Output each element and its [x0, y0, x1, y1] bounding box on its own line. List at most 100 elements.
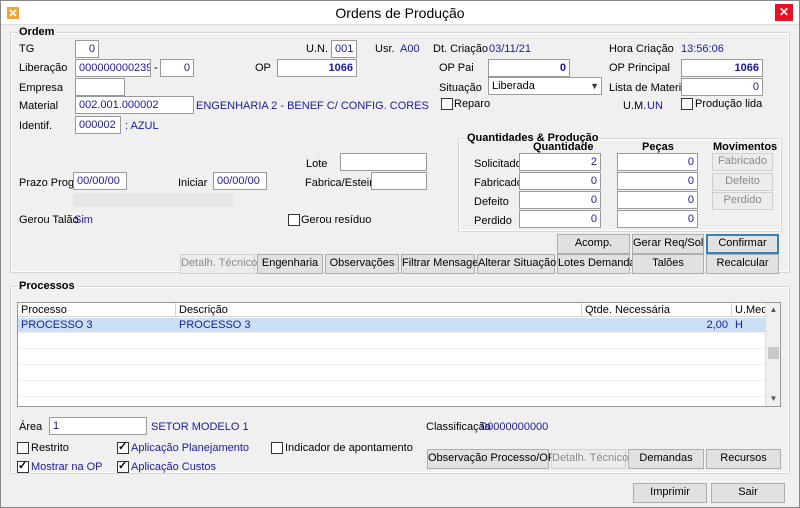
perdido-quantidade[interactable]: 0	[519, 210, 601, 228]
op-principal-label: OP Principal	[609, 62, 670, 74]
lote-input[interactable]	[340, 153, 427, 171]
aplicacao-custos-label: Aplicação Custos	[131, 461, 216, 473]
material-input[interactable]: 002.001.000002	[75, 96, 194, 114]
dt-criacao-label: Dt. Criação	[433, 43, 489, 55]
lotes-demandas-button[interactable]: Lotes Demandas	[557, 254, 641, 274]
recalcular-button[interactable]: Recalcular	[706, 254, 779, 274]
indicador-apontamento-checkbox[interactable]	[271, 442, 283, 454]
title-bar: Ordens de Produção ✕	[1, 1, 799, 25]
liberacao-label: Liberação	[19, 62, 68, 74]
gerou-residuo-checkbox[interactable]	[288, 214, 300, 226]
solicitado-pecas[interactable]: 0	[617, 153, 698, 171]
disabled-field	[73, 193, 233, 207]
observacao-processo-button[interactable]: Observação Processo/OP	[427, 449, 555, 469]
defeito-pecas[interactable]: 0	[617, 191, 698, 209]
op-label: OP	[255, 62, 271, 74]
gerou-talao-value: Sim	[74, 214, 93, 226]
area-input[interactable]: 1	[49, 417, 147, 435]
reparo-label: Reparo	[454, 98, 491, 110]
umed-column-header[interactable]: U.Med.	[732, 303, 770, 317]
classificacao-value: 00000000000	[481, 421, 549, 433]
defeito-quantidade[interactable]: 0	[519, 191, 601, 209]
un-label: U.N.	[306, 43, 328, 55]
scroll-down-icon[interactable]: ▼	[766, 392, 780, 406]
tg-input[interactable]: 0	[75, 40, 99, 58]
qtde-necessaria-column-header[interactable]: Qtde. Necessária	[582, 303, 732, 317]
un-input[interactable]: 001	[331, 40, 357, 58]
area-description: SETOR MODELO 1	[151, 421, 249, 433]
fabricado-quantidade[interactable]: 0	[519, 172, 601, 190]
aplicacao-custos-checkbox[interactable]	[117, 459, 129, 473]
defeito-movimento-button[interactable]: Defeito	[712, 173, 773, 191]
iniciar-input[interactable]: 00/00/00	[213, 172, 267, 190]
usr-label: Usr.	[375, 43, 395, 55]
gerar-req-sol-button[interactable]: Gerar Req/Sol	[632, 234, 704, 254]
identif-input[interactable]: 000002	[75, 116, 121, 134]
detalh-tecnico-button[interactable]: Detalh. Técnico	[180, 254, 257, 274]
descricao-column-header[interactable]: Descrição	[176, 303, 582, 317]
processo-column-header[interactable]: Processo	[18, 303, 176, 317]
table-scrollbar[interactable]: ▲ ▼	[765, 303, 780, 406]
op-principal-input[interactable]: 1066	[681, 59, 763, 77]
liberacao-input[interactable]: 000000000239	[75, 59, 151, 77]
restrito-checkbox[interactable]	[17, 442, 29, 454]
scroll-up-icon[interactable]: ▲	[766, 303, 780, 317]
sair-button[interactable]: Sair	[711, 483, 785, 503]
lista-materiais-input[interactable]: 0	[681, 78, 763, 96]
filtrar-mensagens-button[interactable]: Filtrar Mensagens	[401, 254, 490, 274]
close-button[interactable]: ✕	[775, 4, 793, 21]
detalh-tecnico-processo-button[interactable]: Detalh. Técnico	[551, 449, 628, 469]
mostrar-na-op-checkbox[interactable]	[17, 459, 29, 473]
recursos-button[interactable]: Recursos	[706, 449, 781, 469]
alterar-situacao-button[interactable]: Alterar Situação	[477, 254, 556, 274]
identif-label: Identif.	[19, 120, 53, 132]
hora-criacao-value: 13:56:06	[681, 43, 724, 55]
perdido-label: Perdido	[474, 215, 512, 227]
chevron-down-icon: ▼	[590, 81, 599, 91]
perdido-movimento-button[interactable]: Perdido	[712, 192, 773, 210]
imprimir-button[interactable]: Imprimir	[633, 483, 707, 503]
op-input[interactable]: 1066	[277, 59, 357, 77]
acomp-button[interactable]: Acomp.	[557, 234, 630, 254]
confirmar-button[interactable]: Confirmar	[706, 234, 779, 254]
reparo-checkbox[interactable]	[441, 98, 453, 110]
op-pai-label: OP Pai	[439, 62, 474, 74]
prazo-label: Prazo Progr.	[19, 177, 81, 189]
taloes-button[interactable]: Talões	[632, 254, 704, 274]
producao-lida-label: Produção lida	[695, 98, 763, 110]
producao-lida-checkbox[interactable]	[681, 98, 693, 110]
movimentos-column-header: Movimentos	[713, 141, 778, 153]
situacao-value: Liberada	[492, 80, 535, 92]
demandas-button[interactable]: Demandas	[628, 449, 704, 469]
quantidade-column-header: Quantidade	[533, 141, 594, 153]
prazo-input[interactable]: 00/00/00	[73, 172, 127, 190]
window-title: Ordens de Produção	[335, 5, 465, 21]
empresa-input[interactable]	[75, 78, 125, 96]
fabricado-pecas[interactable]: 0	[617, 172, 698, 190]
observacoes-button[interactable]: Observações	[325, 254, 399, 274]
aplicacao-planejamento-checkbox[interactable]	[117, 440, 129, 454]
main-window: Ordens de Produção ✕ Ordem TG 0 U.N. 001…	[0, 0, 800, 508]
dt-criacao-value: 03/11/21	[489, 43, 532, 55]
op-pai-input[interactable]: 0	[488, 59, 570, 77]
identif-description: : AZUL	[125, 120, 159, 132]
solicitado-label: Solicitado	[474, 158, 522, 170]
indicador-apontamento-label: Indicador de apontamento	[285, 442, 413, 454]
material-label: Material	[19, 100, 59, 112]
engenharia-button[interactable]: Engenharia	[257, 254, 323, 274]
qtde-cell: 2,00	[706, 319, 728, 331]
defeito-label: Defeito	[474, 196, 509, 208]
situacao-label: Situação	[439, 82, 482, 94]
processos-group-title: Processos	[17, 280, 77, 292]
solicitado-quantidade[interactable]: 2	[519, 153, 601, 171]
fabricado-movimento-button[interactable]: Fabricado	[712, 153, 773, 171]
gerou-residuo-label: Gerou resíduo	[301, 214, 372, 226]
iniciar-label: Iniciar	[178, 177, 208, 189]
situacao-select[interactable]: Liberada ▼	[488, 77, 602, 95]
table-row[interactable]: PROCESSO 3 PROCESSO 3 2,00 H	[18, 318, 767, 333]
table-row-empty	[18, 382, 767, 397]
scroll-thumb[interactable]	[768, 347, 779, 359]
liberacao-seq-input[interactable]: 0	[160, 59, 194, 77]
perdido-pecas[interactable]: 0	[617, 210, 698, 228]
fabrica-input[interactable]	[371, 172, 427, 190]
